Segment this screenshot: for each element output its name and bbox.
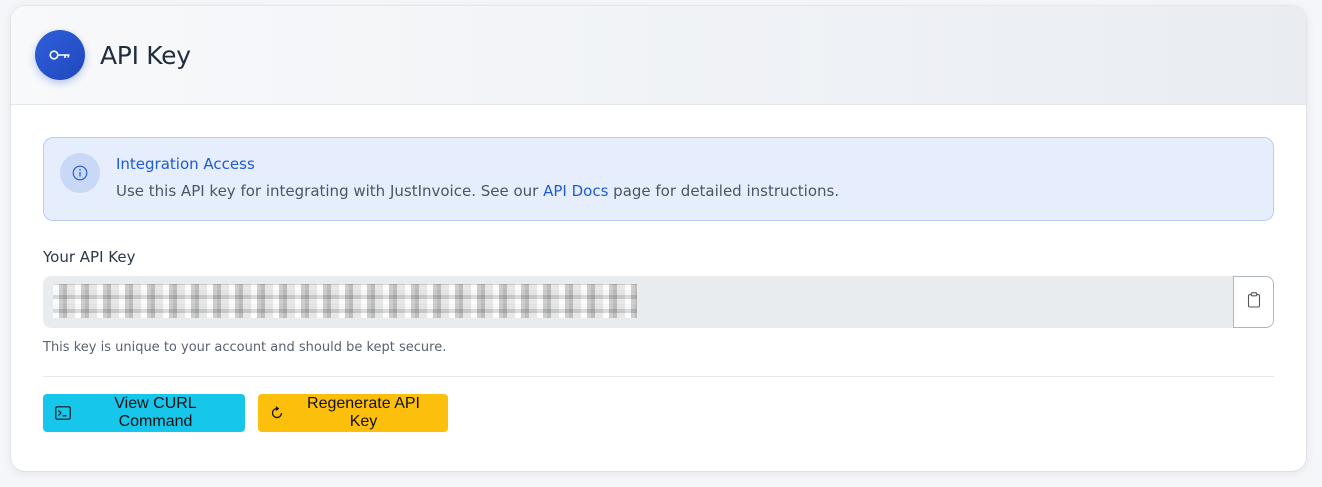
alert-description: Use this API key for integrating with Ju… [116,182,839,200]
integration-alert: Integration Access Use this API key for … [43,137,1274,221]
api-key-input-group [43,276,1274,328]
view-curl-label: View CURL Command [114,395,197,430]
terminal-icon [55,406,71,420]
page-title: API Key [100,40,191,70]
alert-title: Integration Access [116,155,255,173]
api-key-field[interactable] [43,276,1233,328]
alert-desc-after: page for detailed instructions. [608,182,840,200]
regenerate-label: Regenerate API Key [307,395,420,430]
clipboard-icon [1247,292,1261,312]
obscured-api-key [53,284,637,318]
regenerate-api-key-button[interactable]: Regenerate API Key [258,394,448,432]
view-curl-button[interactable]: View CURL Command [43,394,245,432]
info-icon [60,153,100,193]
alert-desc-before: Use this API key for integrating with Ju… [116,182,544,200]
divider [43,376,1274,377]
api-docs-link[interactable]: API Docs [543,182,608,200]
action-buttons: View CURL Command Regenerate API Key [43,394,1274,432]
key-icon [35,30,85,80]
api-key-label: Your API Key [43,248,136,266]
refresh-icon [270,406,284,420]
api-key-card: API Key Integration Access Use this API … [11,6,1306,471]
api-key-help: This key is unique to your account and s… [43,340,447,355]
card-body: Integration Access Use this API key for … [11,105,1306,432]
copy-button[interactable] [1233,276,1274,328]
card-header: API Key [11,6,1306,105]
